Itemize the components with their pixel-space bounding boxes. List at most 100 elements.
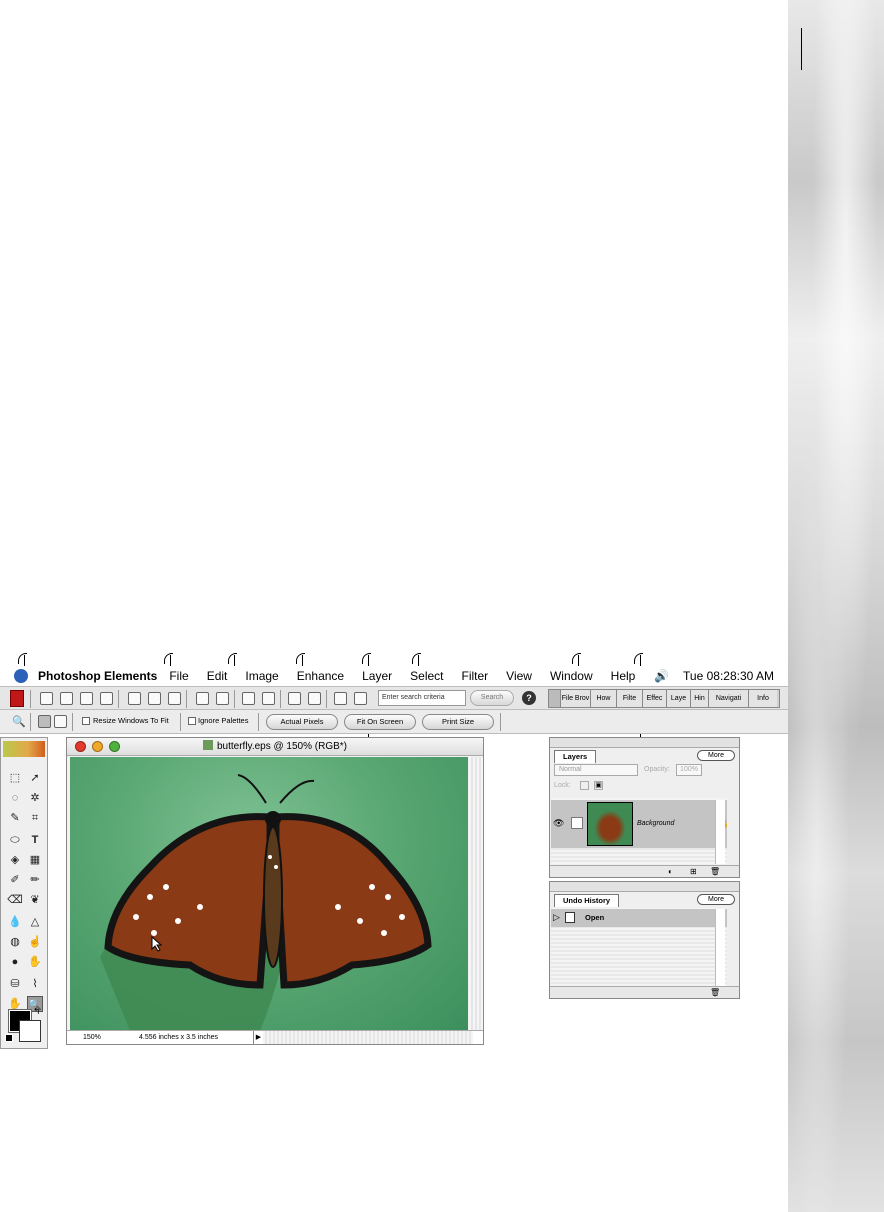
palette-tab-how-to[interactable]: How <box>591 690 617 707</box>
palette-tab-info[interactable]: Info <box>749 690 777 707</box>
marquee-tool-icon[interactable]: ⬚ <box>7 770 23 786</box>
eyedropper-tool-icon[interactable]: ⌇ <box>27 976 43 992</box>
layer-row-background[interactable]: 👁 Background 🔒 <box>551 800 729 848</box>
background-color-swatch[interactable] <box>19 1020 41 1042</box>
status-menu-arrow-icon[interactable]: ▶ <box>253 1031 263 1044</box>
menu-select[interactable]: Select <box>410 669 443 683</box>
menu-image[interactable]: Image <box>245 669 278 683</box>
zoom-out-icon[interactable] <box>54 715 67 728</box>
minimize-window-icon[interactable] <box>92 741 103 752</box>
default-colors-icon[interactable] <box>5 1034 13 1042</box>
email-icon[interactable] <box>196 692 209 705</box>
palette-tab-file-browser[interactable]: File Brov <box>561 690 591 707</box>
fit-on-screen-button[interactable]: Fit On Screen <box>344 714 416 730</box>
eraser-tool-icon[interactable]: ⌫ <box>7 892 23 908</box>
save-icon[interactable] <box>128 692 141 705</box>
save-for-web-icon[interactable] <box>148 692 161 705</box>
palette-tab-navigator[interactable]: Navigati <box>709 690 749 707</box>
zoom-level[interactable]: 150% <box>83 1031 101 1044</box>
history-more-button[interactable]: More <box>697 894 735 905</box>
search-button[interactable]: Search <box>470 690 514 706</box>
layers-tab[interactable]: Layers <box>554 750 597 763</box>
impressionist-brush-tool-icon[interactable]: ❦ <box>27 892 43 908</box>
opacity-field[interactable]: 100% <box>676 764 702 776</box>
lock-transparency-checkbox[interactable] <box>580 781 589 790</box>
app-menu[interactable]: Photoshop Elements <box>38 669 157 683</box>
undo-history-tab[interactable]: Undo History <box>554 894 620 907</box>
vertical-scrollbar[interactable] <box>469 757 483 1031</box>
step-forward-icon[interactable] <box>354 692 367 705</box>
palette-tab-effects[interactable]: Effec <box>643 690 667 707</box>
redo-icon[interactable] <box>308 692 321 705</box>
resize-windows-checkbox[interactable] <box>82 717 90 725</box>
import-icon[interactable] <box>100 692 113 705</box>
layers-palette-titlebar[interactable] <box>550 738 739 748</box>
image-window-titlebar[interactable]: butterfly.eps @ 150% (RGB*) <box>67 738 483 756</box>
dodge-tool-icon[interactable]: ● <box>7 954 23 970</box>
zoom-in-icon[interactable] <box>38 715 51 728</box>
new-layer-icon[interactable]: ⊞ <box>690 867 697 876</box>
search-input[interactable]: Enter search criteria <box>378 690 466 706</box>
ignore-palettes-checkbox[interactable] <box>188 717 196 725</box>
new-document-icon[interactable] <box>40 692 53 705</box>
history-state-row[interactable]: ▷ Open <box>551 909 727 927</box>
zoom-window-icon[interactable] <box>109 741 120 752</box>
palette-tab-layer-styles[interactable]: Laye <box>667 690 691 707</box>
layers-more-button[interactable]: More <box>697 750 735 761</box>
menu-window[interactable]: Window <box>550 669 593 683</box>
undo-icon[interactable] <box>288 692 301 705</box>
pencil-tool-icon[interactable]: ✏ <box>27 872 43 888</box>
type-tool-icon[interactable]: T <box>27 832 43 848</box>
palette-tab-filters[interactable]: Filte <box>617 690 643 707</box>
sponge-tool-icon[interactable]: ◍ <box>7 934 23 950</box>
paint-bucket-tool-icon[interactable]: ◈ <box>7 852 23 868</box>
blend-mode-select[interactable]: Normal <box>554 764 638 776</box>
zoom-tool-icon[interactable]: 🔍 <box>12 715 26 728</box>
sharpen-tool-icon[interactable]: △ <box>27 914 43 930</box>
actual-pixels-button[interactable]: Actual Pixels <box>266 714 338 730</box>
apple-menu-icon[interactable] <box>14 669 28 683</box>
brush-tool-icon[interactable]: ✐ <box>7 872 23 888</box>
adobe-logo-icon[interactable] <box>10 690 24 707</box>
gradient-tool-icon[interactable]: ▦ <box>27 852 43 868</box>
palette-tab-hints[interactable]: Hin <box>691 690 709 707</box>
history-scrollbar[interactable] <box>715 909 725 986</box>
image-canvas[interactable] <box>70 757 468 1031</box>
help-icon[interactable]: ? <box>522 691 536 705</box>
menu-clock[interactable]: Tue 08:28:30 AM <box>683 669 774 683</box>
print-preview-icon[interactable] <box>262 692 275 705</box>
shape-tool-icon[interactable]: ⬭ <box>7 832 23 848</box>
crop-tool-icon[interactable]: ⌗ <box>27 810 43 826</box>
new-adjustment-layer-icon[interactable]: ◐ <box>668 867 673 876</box>
horizontal-scrollbar[interactable] <box>263 1031 473 1044</box>
speaker-icon[interactable]: 🔊 <box>654 669 669 683</box>
document-proxy-icon[interactable] <box>202 740 213 750</box>
swap-colors-icon[interactable]: ↰ <box>33 1006 41 1017</box>
menu-layer[interactable]: Layer <box>362 669 392 683</box>
selection-brush-tool-icon[interactable]: ✎ <box>7 810 23 826</box>
browse-icon[interactable] <box>80 692 93 705</box>
lock-all-icon[interactable]: ▣ <box>594 781 603 790</box>
online-services-icon[interactable] <box>216 692 229 705</box>
layer-visibility-eye-icon[interactable]: 👁 <box>553 818 564 829</box>
menu-view[interactable]: View <box>506 669 532 683</box>
layer-brush-icon[interactable] <box>571 817 583 829</box>
close-window-icon[interactable] <box>75 741 86 752</box>
menu-edit[interactable]: Edit <box>207 669 228 683</box>
smudge-tool-icon[interactable]: ☝ <box>27 934 43 950</box>
print-size-button[interactable]: Print Size <box>422 714 494 730</box>
history-trash-icon[interactable]: 🗑 <box>710 988 720 997</box>
save-pdf-icon[interactable] <box>168 692 181 705</box>
layers-scrollbar[interactable] <box>715 800 725 864</box>
open-icon[interactable] <box>60 692 73 705</box>
burn-tool-icon[interactable]: ✋ <box>27 954 43 970</box>
clone-stamp-tool-icon[interactable]: ⛁ <box>7 976 23 992</box>
menu-help[interactable]: Help <box>611 669 636 683</box>
print-icon[interactable] <box>242 692 255 705</box>
trash-icon[interactable]: 🗑 <box>710 867 720 876</box>
menu-filter[interactable]: Filter <box>462 669 489 683</box>
layer-name[interactable]: Background <box>637 820 674 827</box>
lasso-tool-icon[interactable]: ◌ <box>7 790 23 806</box>
step-backward-icon[interactable] <box>334 692 347 705</box>
blur-tool-icon[interactable]: 💧 <box>7 914 23 930</box>
